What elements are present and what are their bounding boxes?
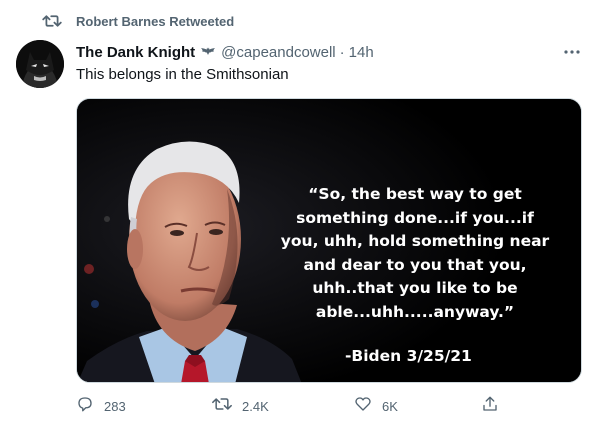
share-icon bbox=[481, 395, 499, 418]
tweet-media-image[interactable]: “So, the best way to get something done.… bbox=[76, 98, 582, 383]
share-button[interactable] bbox=[481, 395, 499, 417]
social-context[interactable]: Robert Barnes Retweeted bbox=[42, 12, 234, 30]
tweet-actions: 283 2.4K 6K bbox=[76, 395, 506, 417]
like-count: 6K bbox=[382, 398, 398, 414]
retweet-icon bbox=[42, 12, 64, 30]
heart-icon bbox=[354, 395, 372, 418]
avatar[interactable] bbox=[16, 40, 64, 88]
quote-line: uhh..that you like to be bbox=[312, 279, 518, 298]
retweet-button[interactable]: 2.4K bbox=[212, 395, 269, 417]
quote-line: “So, the best way to get bbox=[308, 185, 522, 203]
tweet-text: This belongs in the Smithsonian bbox=[76, 66, 289, 83]
display-name[interactable]: The Dank Knight bbox=[76, 44, 195, 61]
quote-line: able...uhh.....anyway.” bbox=[315, 302, 515, 321]
quote-text: “So, the best way to get something done.… bbox=[257, 183, 573, 325]
handle[interactable]: @capeandcowell bbox=[221, 44, 335, 61]
tweet-header: The Dank Knight @capeandcowell · 14h bbox=[76, 42, 374, 62]
bat-icon bbox=[200, 46, 216, 58]
quote-attribution: -Biden 3/25/21 bbox=[345, 347, 472, 365]
retweet-count: 2.4K bbox=[242, 398, 269, 414]
reply-icon bbox=[76, 395, 94, 418]
like-button[interactable]: 6K bbox=[354, 395, 398, 417]
reply-button[interactable]: 283 bbox=[76, 395, 126, 417]
reply-count: 283 bbox=[104, 398, 126, 414]
more-options-button[interactable] bbox=[560, 42, 584, 62]
separator-dot: · bbox=[339, 43, 345, 61]
quote-line: and dear to you that you, bbox=[303, 255, 527, 274]
quote-line: you, uhh, hold something near bbox=[280, 232, 550, 251]
more-icon bbox=[564, 50, 580, 54]
retweet-icon bbox=[212, 395, 232, 418]
quote-line: something done...if you...if bbox=[296, 208, 534, 227]
timestamp[interactable]: 14h bbox=[349, 44, 374, 61]
retweeted-by-label: Robert Barnes Retweeted bbox=[76, 13, 235, 29]
